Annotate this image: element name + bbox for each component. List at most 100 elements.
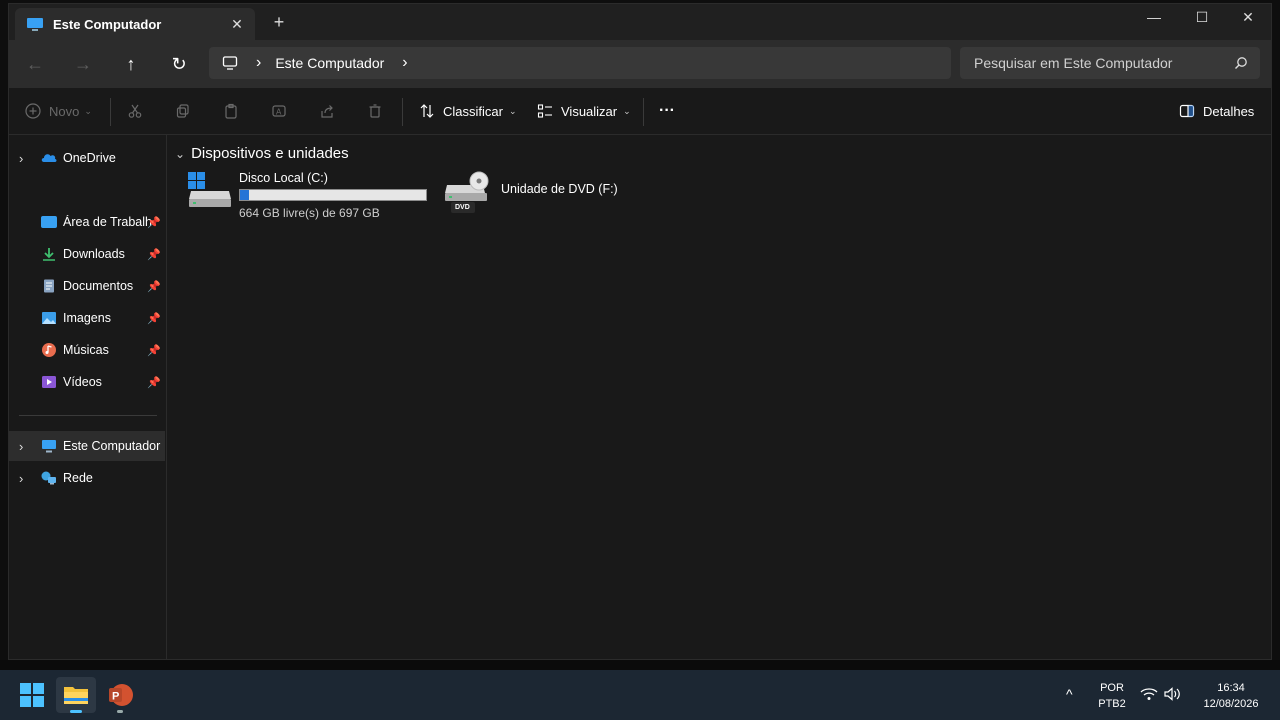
wifi-icon: [1140, 688, 1158, 700]
tab-strip: Este Computador ✕ + — ☐ ✕: [9, 4, 1271, 40]
sidebar-item-este-computador[interactable]: › Este Computador: [9, 431, 165, 461]
chevron-down-icon: ⌄: [623, 105, 631, 116]
expand-chevron-icon[interactable]: ›: [19, 151, 33, 166]
divider: [643, 98, 644, 126]
sort-icon: [420, 104, 434, 118]
sort-button[interactable]: Classificar ⌄: [419, 98, 517, 124]
copy-button[interactable]: [175, 98, 191, 124]
network-icon: [41, 471, 56, 485]
new-label: Novo: [49, 103, 80, 119]
language-code: POR: [1100, 682, 1124, 694]
details-label: Detalhes: [1203, 103, 1255, 119]
address-bar[interactable]: › Este Computador ›: [209, 47, 951, 79]
expand-chevron-icon[interactable]: ›: [19, 439, 33, 454]
rename-button[interactable]: A: [271, 98, 287, 124]
computer-icon: [27, 17, 43, 31]
divider: [402, 98, 403, 126]
navigation-bar: ← → ↑ ↻ › Este Computador › Pesquisar em…: [9, 40, 1271, 88]
background-window-strip: [0, 660, 1280, 670]
sidebar-item-music[interactable]: Músicas 📌: [9, 335, 165, 365]
sidebar-item-onedrive[interactable]: › OneDrive: [9, 143, 165, 173]
drive-dvd-f[interactable]: DVD Unidade de DVD (F:): [443, 171, 643, 223]
windows-drive-icon: [188, 172, 231, 207]
powerpoint-taskbar-button[interactable]: P: [100, 677, 140, 713]
new-tab-button[interactable]: +: [267, 12, 291, 33]
volume-icon: [1164, 687, 1180, 701]
pin-icon[interactable]: 📌: [147, 312, 161, 325]
sidebar-item-label: Imagens: [63, 311, 111, 325]
chevron-down-icon: ⌄: [175, 146, 186, 161]
content-pane: ⌄ Dispositivos e unidades Disco Local (C…: [167, 135, 1271, 659]
sidebar-item-network[interactable]: › Rede: [9, 463, 165, 493]
drive-c[interactable]: Disco Local (C:) 664 GB livre(s) de 697 …: [187, 171, 432, 223]
sidebar-item-documents[interactable]: Documentos 📌: [9, 271, 165, 301]
clock-date: 12/08/2026: [1203, 698, 1259, 710]
view-button[interactable]: Visualizar ⌄: [537, 98, 631, 124]
windows-logo-icon: [20, 683, 44, 707]
share-button[interactable]: [319, 98, 335, 124]
sidebar-item-label: Downloads: [63, 247, 125, 261]
close-window-button[interactable]: ✕: [1225, 4, 1271, 34]
running-indicator: [117, 710, 123, 713]
pin-icon[interactable]: 📌: [147, 216, 161, 229]
sidebar-divider: [19, 415, 157, 416]
clock[interactable]: 16:34 12/08/2026: [1196, 680, 1266, 712]
navigation-pane: › OneDrive Área de Trabalho 📌 Downloads …: [9, 135, 167, 659]
paste-button[interactable]: [223, 98, 239, 124]
cut-button[interactable]: [127, 98, 143, 124]
pin-icon[interactable]: 📌: [147, 376, 161, 389]
sidebar-item-label: Rede: [63, 471, 93, 485]
drive-f-name: Unidade de DVD (F:): [501, 182, 618, 196]
breadcrumb-este-computador[interactable]: Este Computador: [275, 55, 384, 71]
back-button[interactable]: ←: [21, 52, 49, 76]
sidebar-item-downloads[interactable]: Downloads 📌: [9, 239, 165, 269]
sidebar-item-desktop[interactable]: Área de Trabalho 📌: [9, 207, 165, 237]
up-button[interactable]: ↑: [117, 52, 145, 76]
breadcrumb-expand-icon[interactable]: ›: [402, 54, 407, 72]
close-tab-icon[interactable]: ✕: [225, 16, 249, 33]
file-explorer-taskbar-button[interactable]: [56, 677, 96, 713]
sidebar-item-videos[interactable]: Vídeos 📌: [9, 367, 165, 397]
tab-este-computador[interactable]: Este Computador ✕: [15, 8, 255, 40]
expand-chevron-icon[interactable]: ›: [19, 471, 33, 486]
input-language-button[interactable]: POR PTB2: [1094, 680, 1130, 712]
sidebar-item-pictures[interactable]: Imagens 📌: [9, 303, 165, 333]
taskbar: P ^ POR PTB2 16:34 12/08/2026: [0, 670, 1280, 720]
more-options-button[interactable]: ···: [659, 98, 675, 124]
search-icon: [1235, 57, 1247, 69]
delete-button[interactable]: [367, 98, 383, 124]
download-arrow-icon: [43, 248, 55, 261]
svg-text:P: P: [112, 691, 119, 703]
view-label: Visualizar: [561, 103, 618, 119]
group-title: Dispositivos e unidades: [191, 145, 349, 162]
sidebar-item-label: Músicas: [63, 343, 109, 357]
show-hidden-icons-button[interactable]: ^: [1066, 686, 1073, 702]
details-pane-icon: [1179, 104, 1195, 118]
new-button[interactable]: Novo ⌄: [25, 98, 92, 124]
folder-icon: [64, 687, 88, 704]
active-indicator: [70, 710, 82, 713]
pin-icon[interactable]: 📌: [147, 344, 161, 357]
sidebar-item-label: OneDrive: [63, 151, 116, 165]
sidebar-item-label: Vídeos: [63, 375, 102, 389]
drive-c-usage-fill: [240, 190, 249, 200]
group-header-devices[interactable]: ⌄ Dispositivos e unidades: [175, 145, 349, 162]
picture-icon: [42, 312, 56, 324]
search-box[interactable]: Pesquisar em Este Computador: [960, 47, 1260, 79]
drive-c-name: Disco Local (C:): [239, 171, 328, 185]
refresh-button[interactable]: ↻: [165, 52, 193, 76]
pin-icon[interactable]: 📌: [147, 248, 161, 261]
share-icon: [321, 105, 333, 118]
forward-button[interactable]: →: [69, 52, 97, 76]
trash-icon: [369, 104, 381, 118]
pin-icon[interactable]: 📌: [147, 280, 161, 293]
drive-c-usage-bar: [239, 189, 427, 201]
view-list-icon: [537, 104, 552, 118]
minimize-button[interactable]: —: [1131, 4, 1177, 34]
copy-icon: [176, 104, 189, 118]
video-icon: [42, 376, 56, 388]
search-input[interactable]: Pesquisar em Este Computador: [974, 55, 1234, 71]
start-button[interactable]: [12, 677, 52, 713]
details-button[interactable]: Detalhes: [1179, 98, 1254, 124]
maximize-button[interactable]: ☐: [1179, 4, 1225, 34]
